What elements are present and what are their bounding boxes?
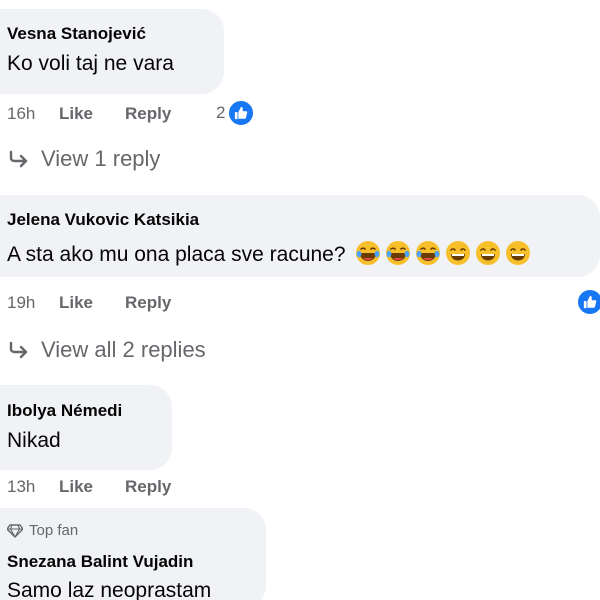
comment-bubble	[0, 385, 172, 470]
comment-feed: Vesna Stanojević Ko voli taj ne vara 16h…	[0, 0, 600, 600]
view-replies-label: View all 2 replies	[41, 337, 206, 362]
reply-arrow-icon	[7, 149, 41, 169]
reaction-count[interactable]: 2	[216, 99, 256, 127]
reply-button[interactable]: Reply	[125, 104, 205, 124]
comment-actions: 19h Like Reply	[7, 292, 205, 314]
grinning-emoji	[476, 241, 501, 265]
comment-text: Ko voli taj ne vara	[7, 52, 174, 75]
comment-text: Nikad	[7, 429, 61, 452]
grinning-emoji	[506, 241, 531, 265]
laughing-crying-emoji	[356, 241, 381, 265]
thumbs-up-icon	[227, 99, 256, 127]
reply-button[interactable]: Reply	[125, 477, 205, 497]
comment-timestamp[interactable]: 13h	[7, 477, 59, 497]
laughing-crying-emoji	[416, 241, 441, 265]
comment-author[interactable]: Jelena Vukovic Katsikia	[7, 210, 199, 230]
reaction-count-label: 2	[216, 103, 226, 122]
comment-text: Samo laz neoprastam	[7, 579, 212, 600]
like-button[interactable]: Like	[59, 293, 125, 313]
grinning-emoji	[446, 241, 471, 265]
comment-actions: 16h Like Reply	[7, 103, 205, 125]
reply-arrow-icon	[7, 340, 41, 360]
thumbs-up-icon	[576, 288, 600, 316]
reaction-count[interactable]	[576, 288, 600, 316]
top-fan-badge: Top fan	[7, 522, 78, 539]
comment-timestamp[interactable]: 16h	[7, 104, 59, 124]
like-button[interactable]: Like	[59, 104, 125, 124]
laughing-crying-emoji	[386, 241, 411, 265]
comment-text: A sta ako mu ona placa sve racune?	[7, 240, 531, 267]
diamond-icon	[7, 523, 29, 538]
view-replies-label: View 1 reply	[41, 146, 161, 171]
view-replies-link[interactable]: View 1 reply	[7, 146, 160, 172]
top-fan-label: Top fan	[29, 522, 79, 539]
comment-timestamp[interactable]: 19h	[7, 293, 59, 313]
comment-author[interactable]: Ibolya Némedi	[7, 401, 122, 421]
comment-text-content: A sta ako mu ona placa sve racune?	[7, 243, 346, 266]
reply-button[interactable]: Reply	[125, 293, 205, 313]
comment-actions: 13h Like Reply	[7, 476, 205, 498]
view-replies-link[interactable]: View all 2 replies	[7, 337, 206, 363]
comment-author[interactable]: Snezana Balint Vujadin	[7, 552, 193, 572]
like-button[interactable]: Like	[59, 477, 125, 497]
comment-author[interactable]: Vesna Stanojević	[7, 24, 146, 44]
